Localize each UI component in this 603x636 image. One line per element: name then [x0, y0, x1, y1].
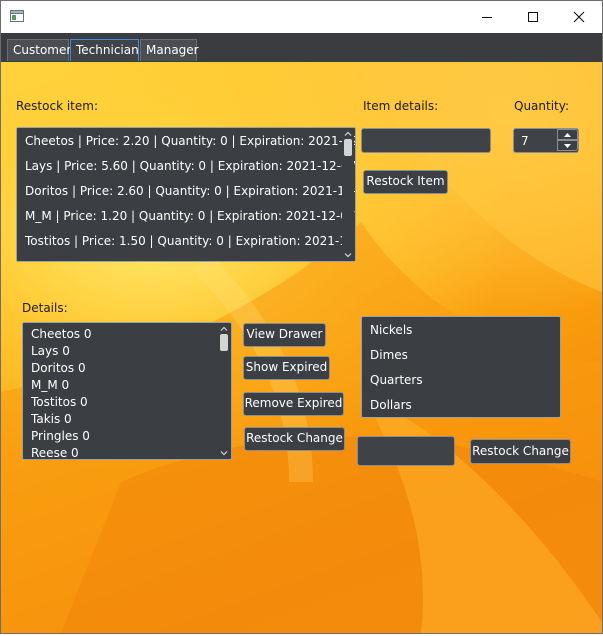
list-item[interactable]: Dimes — [370, 348, 408, 362]
arrow-down-icon — [564, 144, 571, 148]
list-item[interactable]: Cheetos | Price: 2.20 | Quantity: 0 | Ex… — [25, 134, 355, 148]
arrow-up-icon — [564, 133, 571, 137]
list-item[interactable]: Dollars — [370, 398, 412, 412]
tab-manager[interactable]: Manager — [140, 39, 199, 61]
tab-label: Manager — [146, 43, 199, 57]
list-item[interactable]: Quarters — [370, 373, 423, 387]
change-amount-field[interactable] — [357, 436, 455, 466]
maximize-icon — [528, 12, 538, 22]
tab-technician[interactable]: Technician — [70, 39, 139, 61]
restock-change-button[interactable]: Restock Change — [244, 427, 345, 451]
list-item[interactable]: Cheetos 0 — [31, 327, 92, 341]
list-item[interactable]: Doritos 0 — [31, 361, 86, 375]
list-item[interactable]: Takis 0 — [31, 412, 72, 426]
scroll-up-icon[interactable] — [344, 130, 352, 138]
scroll-down-icon[interactable] — [220, 449, 228, 457]
details-label: Details: — [22, 301, 68, 315]
tab-label: Technician — [76, 43, 139, 57]
restock-item-button[interactable]: Restock Item — [363, 170, 448, 194]
title-bar — [1, 1, 602, 33]
tab-customer[interactable]: Customer — [7, 39, 72, 61]
quantity-value: 7 — [521, 134, 529, 148]
details-list-scrollbar[interactable] — [218, 324, 230, 458]
minimize-button[interactable] — [464, 1, 510, 33]
minimize-icon — [482, 17, 492, 18]
list-item[interactable]: Nickels — [370, 323, 412, 337]
tab-bar: Customer Technician Manager — [1, 33, 602, 62]
app-window: Customer Technician Manager Restock item… — [0, 0, 603, 634]
list-item[interactable]: M_M | Price: 1.20 | Quantity: 0 | Expira… — [25, 209, 355, 223]
restock-change-button-right[interactable]: Restock Change — [470, 439, 571, 464]
restock-item-label: Restock item: — [16, 99, 98, 113]
scroll-up-icon[interactable] — [220, 325, 228, 333]
view-drawer-button[interactable]: View Drawer — [243, 323, 326, 347]
item-details-field[interactable] — [361, 128, 491, 153]
maximize-button[interactable] — [510, 1, 556, 33]
list-item[interactable]: Pringles 0 — [31, 429, 90, 443]
restock-item-list[interactable]: Cheetos | Price: 2.20 | Quantity: 0 | Ex… — [16, 127, 356, 262]
list-item[interactable]: Tostitos | Price: 1.50 | Quantity: 0 | E… — [25, 234, 355, 248]
list-item[interactable]: Reese 0 — [31, 446, 79, 459]
quantity-increment-button[interactable] — [557, 129, 578, 140]
show-expired-button[interactable]: Show Expired — [243, 356, 330, 380]
list-item[interactable]: M_M 0 — [31, 378, 69, 392]
list-item[interactable]: Doritos | Price: 2.60 | Quantity: 0 | Ex… — [25, 184, 355, 198]
details-list[interactable]: Cheetos 0 Lays 0 Doritos 0 M_M 0 Tostito… — [22, 322, 232, 460]
item-details-label: Item details: — [363, 99, 439, 113]
tab-label: Customer — [13, 43, 72, 57]
scroll-thumb[interactable] — [220, 334, 228, 351]
list-item[interactable]: Lays | Price: 5.60 | Quantity: 0 | Expir… — [25, 159, 355, 173]
list-item[interactable]: Tostitos 0 — [31, 395, 88, 409]
close-button[interactable] — [556, 1, 602, 33]
technician-panel: Restock item: Cheetos | Price: 2.20 | Qu… — [1, 62, 602, 633]
coin-list[interactable]: Nickels Dimes Quarters Dollars — [361, 316, 561, 418]
app-icon — [10, 10, 24, 22]
quantity-decrement-button[interactable] — [557, 140, 578, 151]
close-icon — [573, 11, 585, 23]
list-item[interactable]: Lays 0 — [31, 344, 70, 358]
quantity-label: Quantity: — [514, 99, 570, 113]
scroll-down-icon[interactable] — [344, 251, 352, 259]
remove-expired-button[interactable]: Remove Expired — [243, 392, 344, 416]
scroll-thumb[interactable] — [344, 139, 352, 156]
restock-list-scrollbar[interactable] — [342, 129, 354, 260]
